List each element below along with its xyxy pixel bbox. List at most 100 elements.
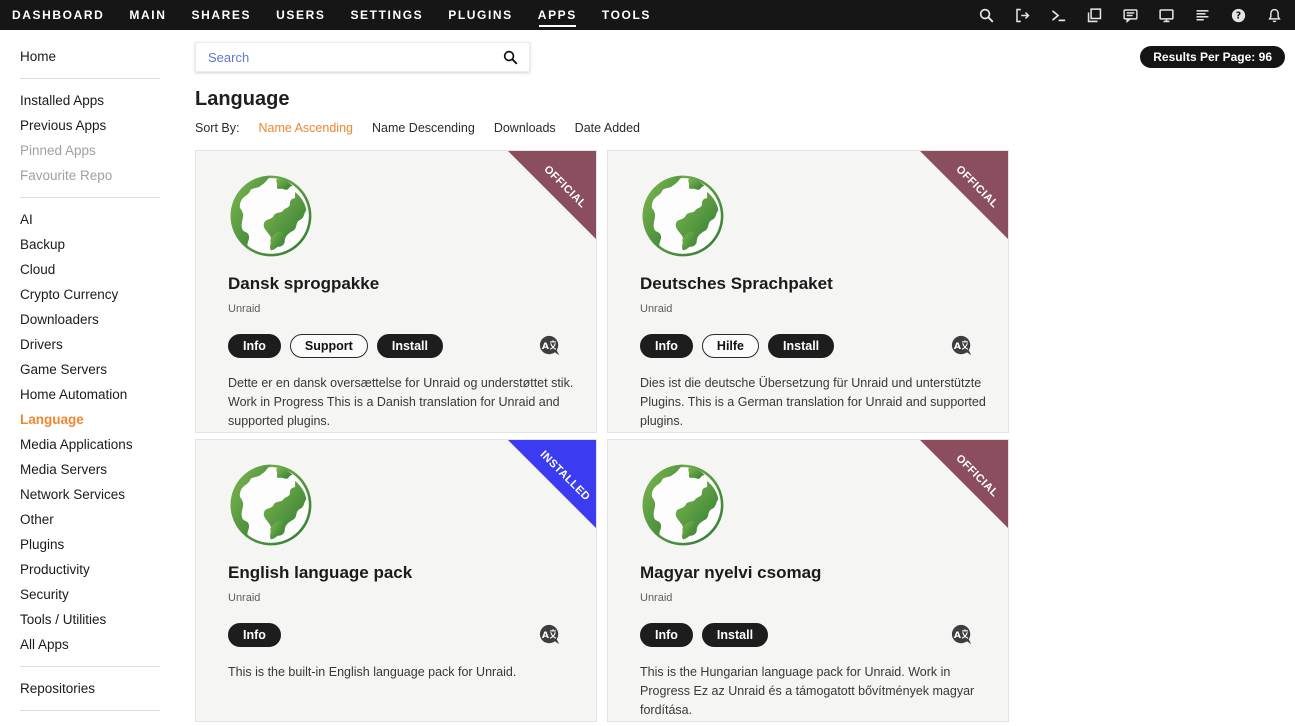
card-actions: Info Support Install A (228, 334, 576, 358)
nav-tab-main[interactable]: MAIN (129, 0, 166, 30)
sidebar: Home Installed AppsPrevious AppsPinned Ap… (0, 30, 195, 726)
info-button[interactable]: Info (228, 623, 281, 647)
globe-icon (228, 173, 314, 259)
main-nav: DASHBOARD MAIN SHARES USERS SETTINGS PLUGINS A… (12, 0, 676, 30)
sort-option-downloads[interactable]: Downloads (494, 121, 556, 135)
globe-icon (640, 173, 726, 259)
help-icon[interactable]: ? (1230, 7, 1247, 24)
info-button[interactable]: Info (640, 623, 693, 647)
nav-tab-shares[interactable]: SHARES (191, 0, 251, 30)
info-button[interactable]: Info (640, 334, 693, 358)
hilfe-button[interactable]: Hilfe (702, 334, 759, 358)
terminal-icon[interactable] (1050, 7, 1067, 24)
sort-option-name-descending[interactable]: Name Descending (372, 121, 475, 135)
search-input[interactable] (206, 49, 502, 66)
sidebar-item-all-apps[interactable]: All Apps (0, 632, 195, 657)
app-author: Unraid (228, 592, 576, 604)
sidebar-item-previous-apps[interactable]: Previous Apps (0, 113, 195, 138)
app-description: Dies ist die deutsche Übersetzung für Un… (640, 374, 988, 430)
info-button[interactable]: Info (228, 334, 281, 358)
app-card-grid: OFFICIALDansk sprogpakkeUnraidInfoSuppor… (195, 150, 1295, 722)
search-box[interactable] (195, 42, 530, 72)
results-per-page-badge[interactable]: Results Per Page: 96 (1140, 46, 1285, 68)
sidebar-item-tools-utilities[interactable]: Tools / Utilities (0, 607, 195, 632)
nav-tab-settings[interactable]: SETTINGS (350, 0, 423, 30)
sidebar-item-settings[interactable]: Settings (0, 720, 195, 726)
nav-tab-users[interactable]: USERS (276, 0, 325, 30)
sidebar-item-crypto-currency[interactable]: Crypto Currency (0, 282, 195, 307)
sidebar-item-home[interactable]: Home (0, 44, 195, 69)
sidebar-divider (20, 78, 160, 79)
translate-icon: A (538, 624, 562, 646)
sort-option-date-added[interactable]: Date Added (575, 121, 640, 135)
sidebar-divider (20, 666, 160, 667)
app-title: Dansk sprogpakke (228, 274, 576, 294)
page-title: Language (195, 88, 1295, 111)
sidebar-item-media-applications[interactable]: Media Applications (0, 432, 195, 457)
sidebar-item-productivity[interactable]: Productivity (0, 557, 195, 582)
app-description: This is the Hungarian language pack for … (640, 663, 988, 719)
app-author: Unraid (228, 303, 576, 315)
content-toolbar: Results Per Page: 96 (195, 42, 1295, 72)
ribbon-official (920, 440, 1008, 528)
sidebar-item-pinned-apps[interactable]: Pinned Apps (0, 138, 195, 163)
nav-tab-apps[interactable]: APPS (538, 0, 577, 30)
nav-tab-tools[interactable]: TOOLS (602, 0, 651, 30)
svg-text:?: ? (1236, 10, 1241, 21)
card-actions: Info Hilfe Install A (640, 334, 988, 358)
notifications-icon[interactable] (1266, 7, 1283, 24)
card-actions: Info Install A (640, 623, 988, 647)
globe-icon (640, 462, 726, 548)
top-nav-bar: DASHBOARD MAIN SHARES USERS SETTINGS PLUGINS A… (0, 0, 1295, 30)
sidebar-divider (20, 197, 160, 198)
sort-option-name-ascending[interactable]: Name Ascending (258, 121, 353, 135)
install-button[interactable]: Install (377, 334, 443, 358)
nav-icon-group: ? (959, 7, 1283, 24)
sidebar-item-home-automation[interactable]: Home Automation (0, 382, 195, 407)
ribbon-official (920, 151, 1008, 239)
display-icon[interactable] (1158, 7, 1175, 24)
support-button[interactable]: Support (290, 334, 368, 358)
sidebar-item-media-servers[interactable]: Media Servers (0, 457, 195, 482)
app-card-deutsches-sprachpaket: OFFICIALDeutsches SprachpaketUnraidInfoH… (607, 150, 1009, 433)
app-card-dansk-sprogpakke: OFFICIALDansk sprogpakkeUnraidInfoSuppor… (195, 150, 597, 433)
main-content: Results Per Page: 96 Language Sort By: N… (195, 30, 1295, 726)
sidebar-item-game-servers[interactable]: Game Servers (0, 357, 195, 382)
windows-icon[interactable] (1086, 7, 1103, 24)
app-card-english-language-pack: INSTALLEDEnglish language packUnraidInfo… (195, 439, 597, 722)
search-icon[interactable] (978, 7, 995, 24)
sidebar-item-favourite-repo[interactable]: Favourite Repo (0, 163, 195, 188)
translate-icon: A (950, 335, 974, 357)
translate-icon: A (950, 624, 974, 646)
ribbon-official (508, 151, 596, 239)
logout-icon[interactable] (1014, 7, 1031, 24)
feedback-icon[interactable] (1122, 7, 1139, 24)
sidebar-item-cloud[interactable]: Cloud (0, 257, 195, 282)
app-title: Deutsches Sprachpaket (640, 274, 988, 294)
sidebar-item-plugins[interactable]: Plugins (0, 532, 195, 557)
nav-tab-dashboard[interactable]: DASHBOARD (12, 0, 104, 30)
install-button[interactable]: Install (702, 623, 768, 647)
sidebar-item-security[interactable]: Security (0, 582, 195, 607)
globe-icon (228, 462, 314, 548)
sort-options: Name Ascending Name Descending Downloads Da… (258, 121, 640, 135)
app-card-magyar-nyelvi-csomag: OFFICIALMagyar nyelvi csomagUnraidInfoIn… (607, 439, 1009, 722)
sidebar-item-drivers[interactable]: Drivers (0, 332, 195, 357)
sidebar-item-other[interactable]: Other (0, 507, 195, 532)
nav-tab-plugins[interactable]: PLUGINS (448, 0, 513, 30)
sidebar-divider (20, 710, 160, 711)
sidebar-item-language[interactable]: Language (0, 407, 195, 432)
install-button[interactable]: Install (768, 334, 834, 358)
log-icon[interactable] (1194, 7, 1211, 24)
search-icon[interactable] (502, 49, 519, 66)
sidebar-item-repositories[interactable]: Repositories (0, 676, 195, 701)
sort-by-label: Sort By: (195, 121, 239, 135)
sidebar-item-ai[interactable]: AI (0, 207, 195, 232)
sidebar-item-downloaders[interactable]: Downloaders (0, 307, 195, 332)
svg-text:A: A (542, 341, 550, 352)
app-title: Magyar nyelvi csomag (640, 563, 988, 583)
sidebar-item-installed-apps[interactable]: Installed Apps (0, 88, 195, 113)
sidebar-item-backup[interactable]: Backup (0, 232, 195, 257)
sidebar-item-network-services[interactable]: Network Services (0, 482, 195, 507)
svg-text:A: A (954, 341, 962, 352)
